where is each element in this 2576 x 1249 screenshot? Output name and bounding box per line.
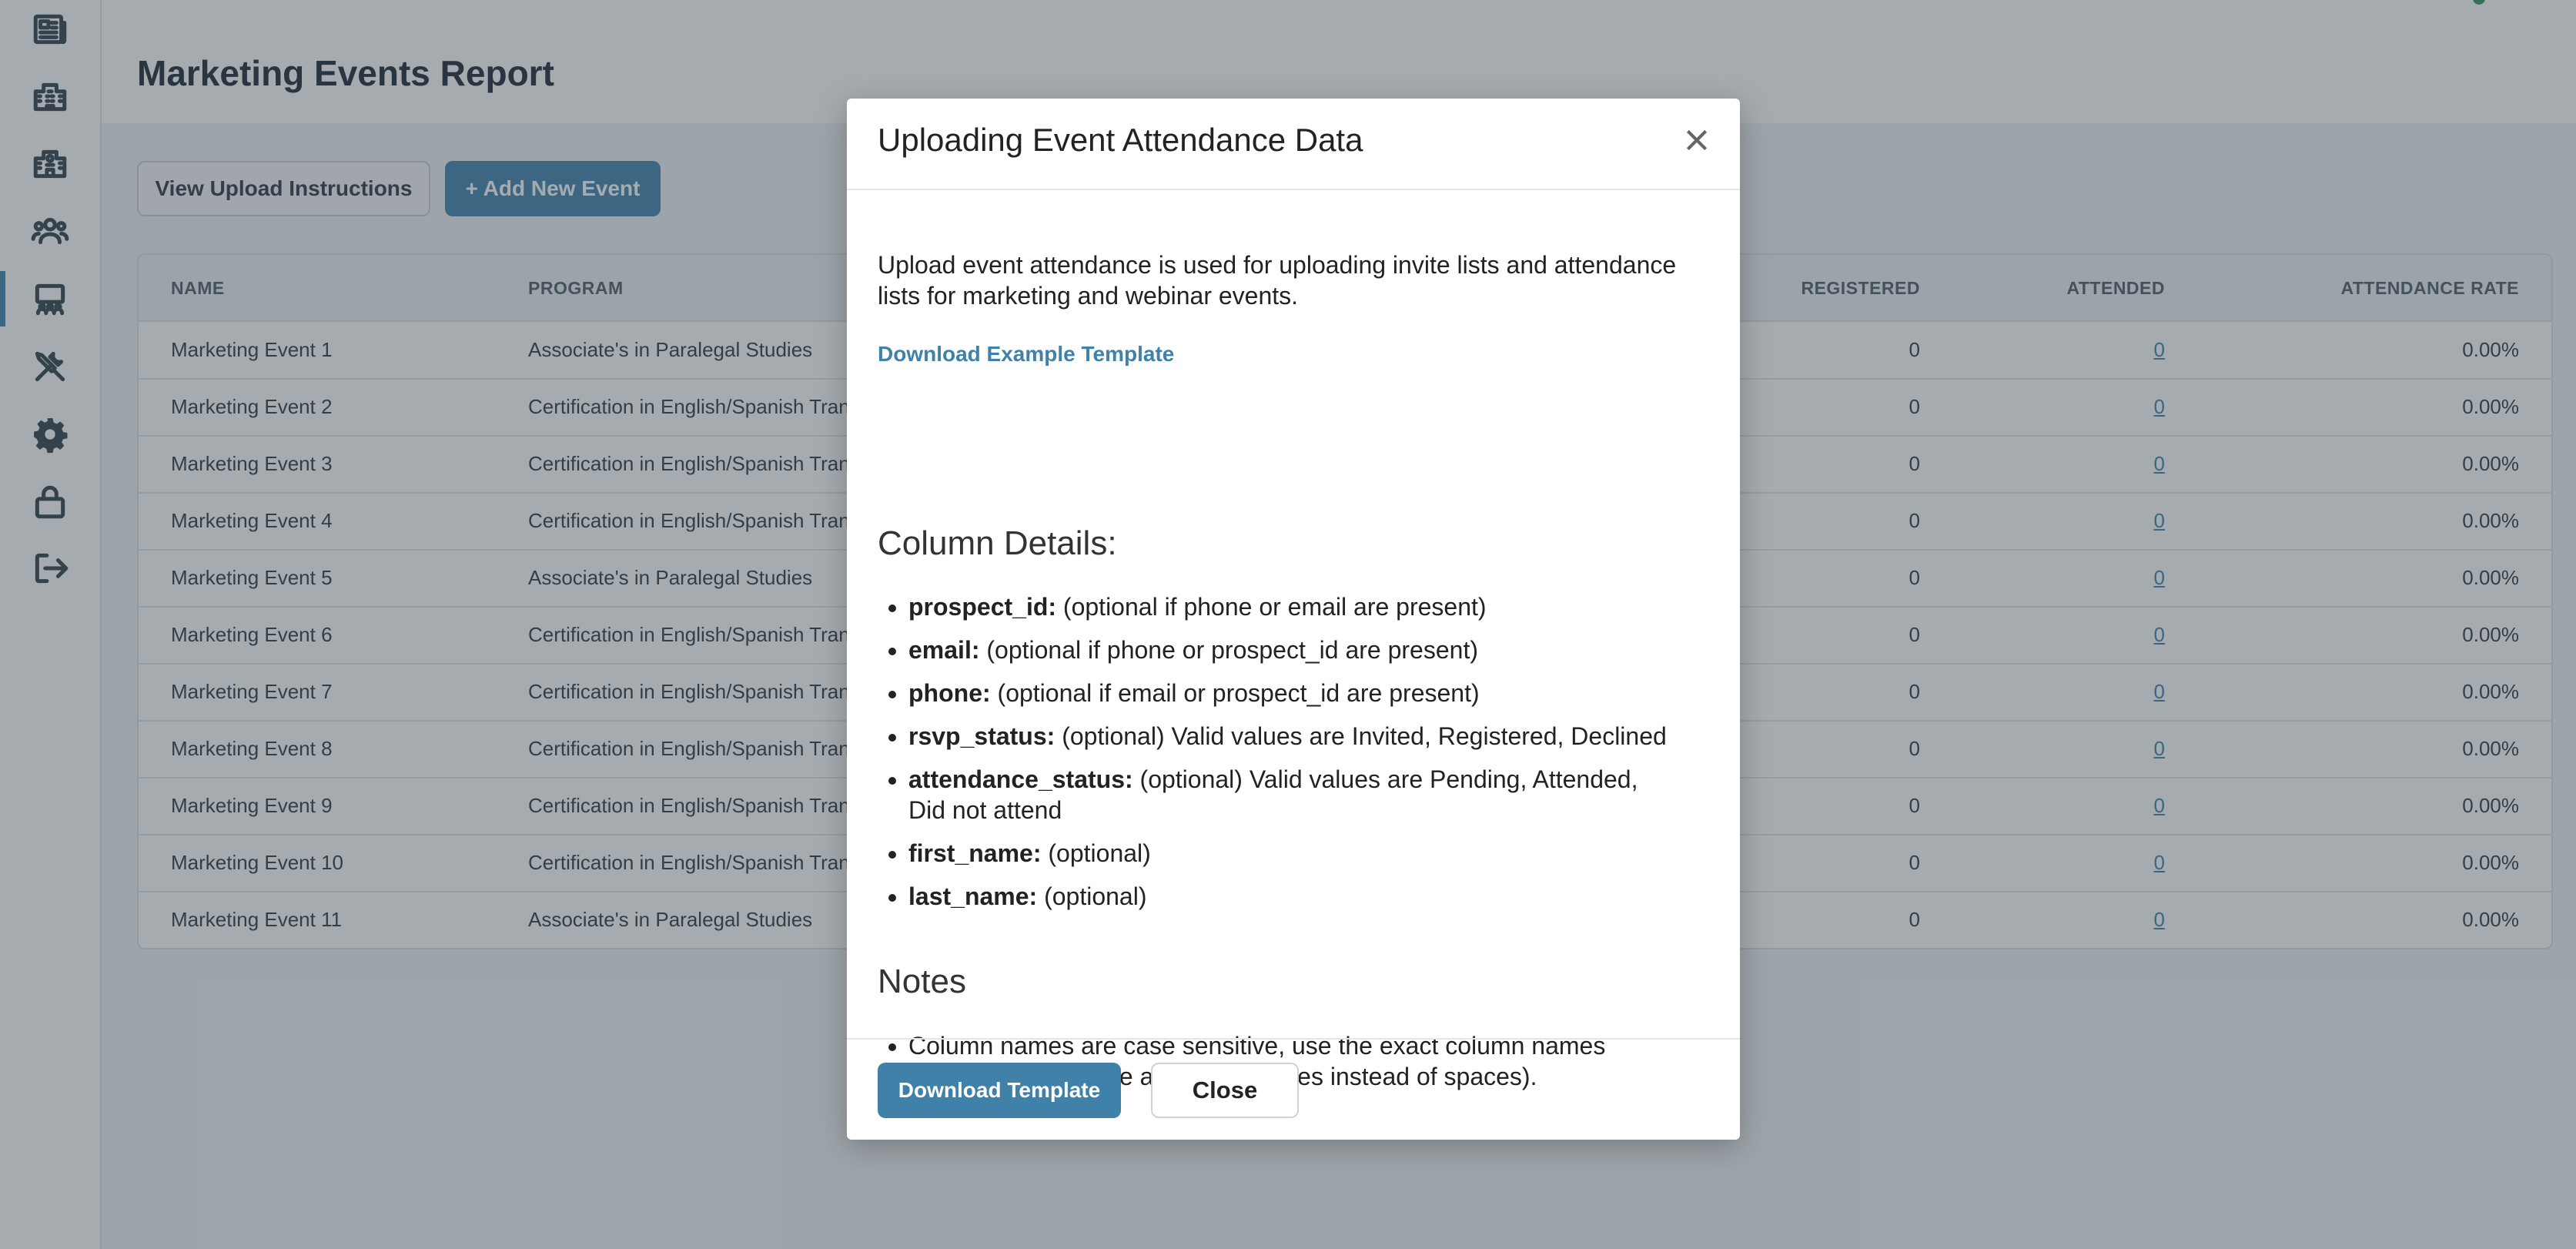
column-detail-desc: (optional) xyxy=(1041,839,1151,867)
download-template-button[interactable]: Download Template xyxy=(878,1063,1121,1118)
column-detail-item: first_name: (optional) xyxy=(908,838,1678,869)
modal-footer: Download Template Close xyxy=(847,1038,1740,1140)
column-detail-name: prospect_id: xyxy=(908,593,1057,621)
column-detail-item: prospect_id: (optional if phone or email… xyxy=(908,591,1678,622)
modal-title: Uploading Event Attendance Data xyxy=(878,122,1363,158)
column-detail-desc: (optional) xyxy=(1037,882,1147,910)
download-example-template-link[interactable]: Download Example Template xyxy=(878,342,1174,367)
close-icon[interactable] xyxy=(1681,125,1712,156)
upload-attendance-modal: Uploading Event Attendance Data Upload e… xyxy=(847,99,1740,1140)
column-detail-desc: (optional) Valid values are Invited, Reg… xyxy=(1055,722,1667,750)
column-detail-name: phone: xyxy=(908,679,991,707)
column-detail-desc: (optional if phone or prospect_id are pr… xyxy=(979,636,1478,664)
column-detail-name: attendance_status: xyxy=(908,765,1133,793)
column-detail-name: rsvp_status: xyxy=(908,722,1055,750)
notes-heading: Notes xyxy=(878,963,966,1000)
column-detail-name: email: xyxy=(908,636,980,664)
column-detail-item: rsvp_status: (optional) Valid values are… xyxy=(908,721,1678,752)
column-detail-name: first_name: xyxy=(908,839,1042,867)
modal-header: Uploading Event Attendance Data xyxy=(847,99,1740,190)
column-details-list: prospect_id: (optional if phone or email… xyxy=(847,591,1678,924)
column-detail-item: email: (optional if phone or prospect_id… xyxy=(908,635,1678,665)
column-detail-name: last_name: xyxy=(908,882,1038,910)
column-detail-desc: (optional if email or prospect_id are pr… xyxy=(990,679,1480,707)
column-detail-item: attendance_status: (optional) Valid valu… xyxy=(908,764,1678,825)
column-details-heading: Column Details: xyxy=(878,524,1117,562)
column-detail-item: last_name: (optional) xyxy=(908,881,1678,912)
column-detail-item: phone: (optional if email or prospect_id… xyxy=(908,678,1678,708)
column-detail-desc: (optional if phone or email are present) xyxy=(1056,593,1487,621)
close-button[interactable]: Close xyxy=(1151,1063,1299,1118)
modal-intro-text: Upload event attendance is used for uplo… xyxy=(878,251,1677,310)
